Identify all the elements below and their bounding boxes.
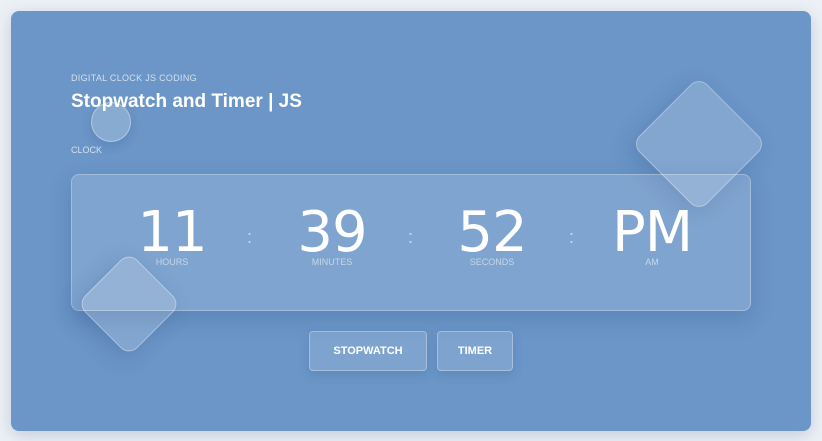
minutes-value: 39 — [297, 200, 367, 265]
period-unit: PM AM — [577, 200, 727, 268]
minutes-unit: 39 MINUTES — [257, 200, 407, 268]
seconds-unit: 52 SECONDS — [417, 200, 567, 268]
minutes-label: MINUTES — [311, 257, 353, 267]
period-value: PM — [611, 200, 693, 265]
page-subtitle: DIGITAL CLOCK JS CODING — [71, 73, 197, 83]
clock-card: DIGITAL CLOCK JS CODING Stopwatch and Ti… — [11, 11, 811, 431]
separator-2: : — [408, 227, 414, 247]
hours-unit: 11 HOURS — [97, 200, 247, 268]
separator-1: : — [247, 227, 253, 247]
page-title: Stopwatch and Timer | JS — [71, 91, 302, 112]
stopwatch-button[interactable]: STOPWATCH — [309, 331, 427, 371]
separator-3: : — [569, 227, 575, 247]
timer-button[interactable]: TIMER — [437, 331, 513, 371]
clock-display-panel: 11 HOURS : 39 MINUTES : 52 SECONDS : PM … — [71, 174, 751, 311]
seconds-value: 52 — [457, 200, 527, 265]
section-label-clock: CLOCK — [71, 145, 103, 155]
hours-value: 11 — [137, 200, 207, 265]
period-label: AM — [645, 257, 659, 267]
seconds-label: SECONDS — [469, 257, 515, 267]
